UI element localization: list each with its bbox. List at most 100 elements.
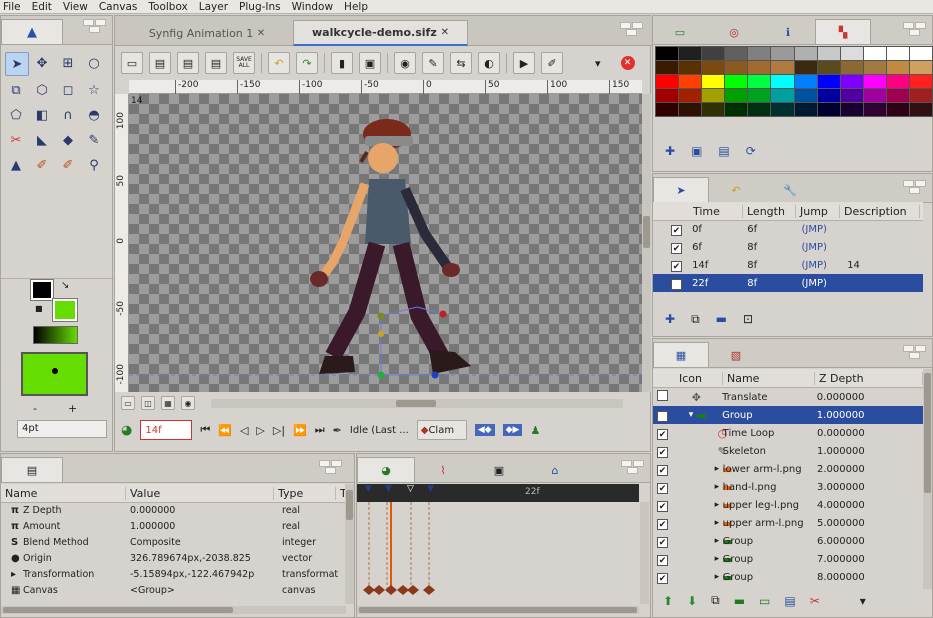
palette-swatch[interactable]	[748, 61, 771, 74]
spline-tool-icon[interactable]: ∩	[57, 104, 79, 126]
tab-sets[interactable]: ▧	[709, 343, 763, 367]
transform-tool-icon[interactable]: ➤	[5, 52, 29, 76]
panel-grip-icon[interactable]	[903, 22, 929, 36]
palette-swatch[interactable]	[771, 75, 794, 88]
palette-swatch[interactable]	[771, 89, 794, 102]
palette-swatch[interactable]	[679, 61, 702, 74]
layers-column-header[interactable]: Name	[723, 371, 815, 385]
panel-grip-icon[interactable]	[621, 460, 647, 474]
palette-swatch[interactable]	[725, 103, 748, 116]
render-icon[interactable]: ✒	[333, 424, 342, 437]
show-handles-icon[interactable]: ◉	[394, 52, 416, 74]
bline-handles-icon[interactable]: ✎	[422, 52, 444, 74]
palette-swatch[interactable]	[679, 103, 702, 116]
palette-swatch[interactable]	[886, 61, 909, 74]
preview-icon[interactable]: ▣	[359, 52, 381, 74]
palette-swatch[interactable]	[863, 103, 886, 116]
param-value[interactable]: 1.000000	[126, 521, 278, 532]
tab-params[interactable]: ▤	[1, 457, 63, 482]
palette-swatch[interactable]	[702, 75, 725, 88]
palette-swatch[interactable]	[679, 89, 702, 102]
palette-swatch[interactable]	[794, 89, 817, 102]
keyframe-properties-icon[interactable]: ⊡	[743, 312, 753, 327]
palette-swatch[interactable]	[702, 89, 725, 102]
layer-row[interactable]: ✔ ▸ ▬ Group 6.000000	[653, 532, 923, 550]
swap-colors-icon[interactable]: ↘	[61, 280, 69, 291]
palette-swatch[interactable]	[679, 75, 702, 88]
redo-icon[interactable]: ↷	[296, 52, 318, 74]
menu-layer[interactable]: Layer	[199, 1, 228, 13]
tab-layers[interactable]: ▦	[653, 342, 709, 367]
timetrack-vscrollbar[interactable]	[640, 502, 649, 604]
keyframe-active-checkbox[interactable]: ✔	[671, 278, 682, 290]
prev-frame-icon[interactable]: ◁	[240, 424, 248, 437]
palette-swatch[interactable]	[909, 61, 932, 74]
width-plus[interactable]: +	[68, 402, 77, 415]
current-frame-field[interactable]: 14f	[140, 420, 193, 440]
save-palette-icon[interactable]: ▤	[718, 144, 729, 158]
stop-icon[interactable]: ✕	[620, 56, 635, 70]
palette-swatch[interactable]	[702, 61, 725, 74]
palette-swatch[interactable]	[656, 61, 679, 74]
menu-help[interactable]: Help	[344, 1, 368, 13]
star-tool-icon[interactable]: ☆	[83, 79, 105, 101]
tab-tools[interactable]: 🔧	[763, 178, 817, 202]
scrollbar-thumb[interactable]	[3, 607, 233, 613]
palette-swatch[interactable]	[886, 103, 909, 116]
keyframe-jump[interactable]: (JMP)	[797, 242, 843, 253]
param-row[interactable]: ▦ Canvas <Group> canvas	[1, 582, 346, 598]
toggle-grid-button[interactable]: ▭	[121, 396, 135, 410]
keyframe-active-checkbox[interactable]: ✔	[671, 260, 682, 272]
tab-palette[interactable]: ▚	[815, 19, 871, 44]
scrollbar-thumb[interactable]	[396, 399, 436, 407]
scrollbar-thumb[interactable]	[924, 373, 931, 493]
layer-visibility-checkbox[interactable]	[657, 390, 668, 401]
layer-row[interactable]: ✔ ▸ ▬ Group 8.000000	[653, 568, 923, 586]
gradient-tool-icon[interactable]: ◧	[31, 104, 53, 126]
keyframes-column-header[interactable]: Time	[689, 204, 743, 218]
palette-swatch[interactable]	[794, 61, 817, 74]
menu-plugins[interactable]: Plug-Ins	[239, 1, 281, 13]
fill-tool-icon[interactable]: ◓	[83, 104, 105, 126]
palette-swatch[interactable]	[817, 61, 840, 74]
prev-keyframe-icon[interactable]: ⏪	[218, 424, 232, 437]
param-value[interactable]: 0.000000	[126, 505, 278, 516]
params-column-header[interactable]: Type	[274, 486, 336, 500]
layer-row[interactable]: ✔ ▸ ▬ Group 7.000000	[653, 550, 923, 568]
menu-edit[interactable]: Edit	[32, 1, 52, 13]
layer-name[interactable]: Group	[723, 554, 813, 565]
layer-name[interactable]: Translate	[722, 392, 813, 403]
keyframe-length[interactable]: 8f	[743, 242, 797, 253]
keyframe-length[interactable]: 8f	[743, 260, 797, 271]
layers-column-header[interactable]: Icon	[675, 371, 723, 385]
layer-row[interactable]: ✔ ▸ ▬ upper arm-l.png 5.000000	[653, 514, 923, 532]
animation-mode-icon[interactable]: ◕	[121, 423, 132, 438]
layer-row[interactable]: ✥ Translate 0.000000	[653, 388, 923, 406]
layer-name[interactable]: Group	[723, 572, 813, 583]
palette-swatch[interactable]	[748, 75, 771, 88]
width-minus[interactable]: -	[33, 402, 37, 415]
next-keyframe-icon[interactable]: ⏩	[293, 424, 307, 437]
raise-layer-icon[interactable]: ⬆	[663, 594, 673, 608]
add-keyframe-icon[interactable]: ✚	[665, 312, 675, 327]
layer-visibility-checkbox[interactable]: ✔	[657, 446, 668, 458]
tab-sound[interactable]: ▣	[471, 458, 527, 482]
keyframe-row[interactable]: ✔ 6f 8f (JMP)	[653, 238, 923, 256]
keyframe-time[interactable]: 6f	[688, 242, 743, 253]
layer-visibility-checkbox[interactable]: ✔	[657, 500, 668, 512]
keyframe-description[interactable]: 14	[843, 260, 923, 271]
layer-row[interactable]: ✔ ▸ ▬ upper leg-l.png 4.000000	[653, 496, 923, 514]
menu-window[interactable]: Window	[292, 1, 333, 13]
remove-keyframe-icon[interactable]: ▬	[716, 312, 727, 327]
menu-canvas[interactable]: Canvas	[99, 1, 138, 13]
keyframe-row[interactable]: ✔ 22f 8f (JMP)	[653, 274, 923, 292]
keyframe-time[interactable]: 14f	[688, 260, 743, 271]
more-options-icon[interactable]: ▾	[860, 594, 866, 608]
params-vscrollbar[interactable]	[345, 484, 354, 604]
palette-swatch[interactable]	[886, 75, 909, 88]
keyframe-marker-icon[interactable]: ▽	[407, 484, 414, 494]
scrollbar-thumb[interactable]	[643, 216, 650, 248]
timetrack-lanes[interactable]	[357, 502, 639, 602]
tab-curves[interactable]: ⌇	[415, 458, 471, 482]
panel-grip-icon[interactable]	[903, 345, 929, 359]
